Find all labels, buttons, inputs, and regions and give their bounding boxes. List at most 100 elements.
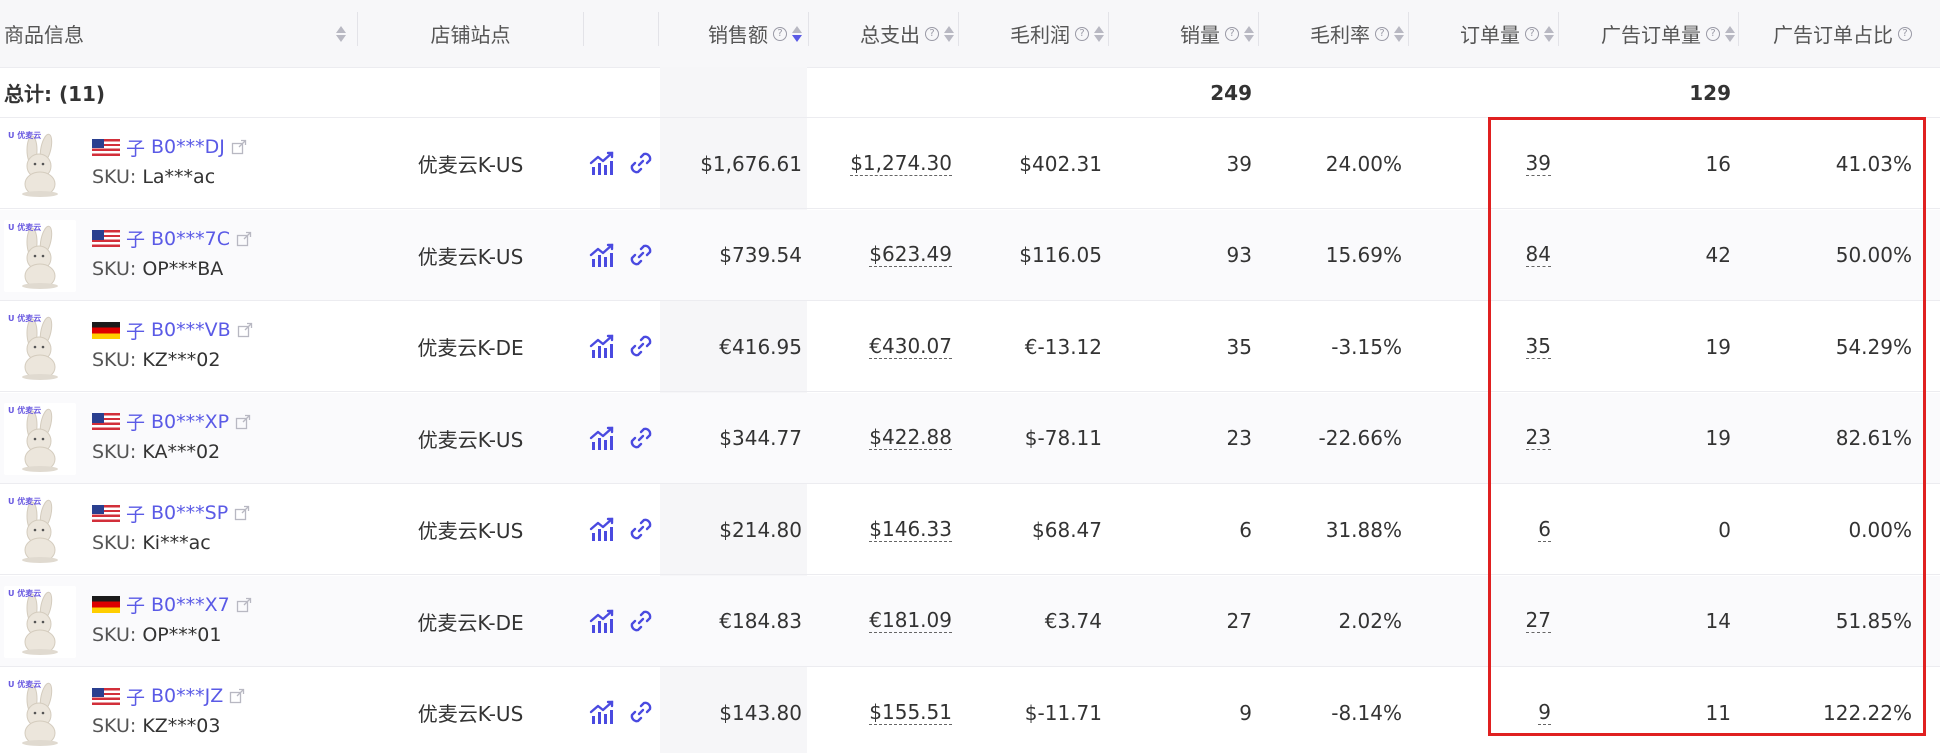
question-circle-icon[interactable]: ?: [773, 26, 787, 41]
link-icon[interactable]: [627, 607, 655, 635]
trend-chart-icon[interactable]: [588, 332, 616, 360]
trend-chart-icon[interactable]: [588, 698, 616, 726]
orders-value[interactable]: 84: [1409, 210, 1551, 301]
trend-chart-icon[interactable]: [588, 424, 616, 452]
header-orders[interactable]: 订单量 ?: [1409, 0, 1554, 67]
asin-link[interactable]: B0***JZ: [151, 685, 223, 707]
external-link-icon[interactable]: [234, 505, 250, 521]
table-row[interactable]: U 优麦云 子 B0***X7 SKU: OP***01 优麦云K-DE €18…: [0, 575, 1940, 667]
header-total-expense[interactable]: 总支出 ?: [809, 0, 954, 67]
orders-value[interactable]: 6: [1409, 484, 1551, 575]
orders-amount[interactable]: 6: [1538, 517, 1551, 542]
link-icon[interactable]: [627, 424, 655, 452]
total-expense-value[interactable]: $422.88: [809, 393, 952, 484]
link-icon[interactable]: [627, 149, 655, 177]
sort-icon[interactable]: [1725, 22, 1735, 46]
orders-value[interactable]: 39: [1409, 118, 1551, 209]
total-expense-value[interactable]: €181.09: [809, 576, 952, 667]
orders-value[interactable]: 9: [1409, 667, 1551, 753]
total-expense-value[interactable]: $155.51: [809, 667, 952, 753]
product-asin-line: 子 B0***SP: [92, 498, 250, 528]
question-circle-icon[interactable]: ?: [1225, 26, 1239, 41]
trend-chart-icon[interactable]: [588, 149, 616, 177]
product-thumbnail[interactable]: U 优麦云: [4, 677, 76, 749]
header-product-info[interactable]: 商品信息: [4, 0, 354, 67]
orders-amount[interactable]: 27: [1525, 609, 1551, 633]
asin-link[interactable]: B0***XP: [151, 411, 229, 433]
orders-amount[interactable]: 39: [1525, 151, 1551, 176]
external-link-icon[interactable]: [231, 139, 247, 155]
sort-icon[interactable]: [336, 22, 346, 46]
expense-amount[interactable]: $146.33: [869, 517, 952, 542]
external-link-icon[interactable]: [229, 688, 245, 704]
table-row[interactable]: U 优麦云 子 B0***VB SKU: KZ***02 优麦云K-DE €41…: [0, 301, 1940, 392]
sort-icon[interactable]: [1394, 22, 1404, 46]
header-gross-profit[interactable]: 毛利润 ?: [959, 0, 1104, 67]
table-row[interactable]: U 优麦云 子 B0***SP SKU: Ki***ac 优麦云K-US $21…: [0, 484, 1940, 575]
product-thumbnail[interactable]: U 优麦云: [4, 128, 76, 200]
asin-link[interactable]: B0***X7: [151, 594, 230, 616]
link-icon[interactable]: [627, 698, 655, 726]
asin-link[interactable]: B0***SP: [151, 502, 228, 524]
expense-amount[interactable]: $623.49: [869, 243, 952, 267]
gross-profit-value: $116.05: [1019, 243, 1102, 267]
product-info: 子 B0***XP SKU: KA***02: [92, 407, 251, 471]
expense-amount[interactable]: €181.09: [869, 609, 952, 633]
question-circle-icon[interactable]: ?: [1706, 26, 1720, 41]
external-link-icon[interactable]: [237, 322, 253, 338]
orders-amount[interactable]: 35: [1525, 334, 1551, 359]
trend-chart-icon[interactable]: [588, 515, 616, 543]
expense-amount[interactable]: €430.07: [869, 334, 952, 359]
header-ad-orders[interactable]: 广告订单量 ?: [1559, 0, 1735, 67]
total-expense-value[interactable]: $623.49: [809, 210, 952, 301]
question-circle-icon[interactable]: ?: [1525, 26, 1539, 41]
sort-icon[interactable]: [1094, 22, 1104, 46]
header-sales[interactable]: 销售额 ?: [660, 0, 802, 67]
external-link-icon[interactable]: [236, 231, 252, 247]
product-thumbnail[interactable]: U 优麦云: [4, 494, 76, 566]
orders-value[interactable]: 23: [1409, 393, 1551, 484]
asin-link[interactable]: B0***VB: [151, 319, 231, 341]
header-gross-margin[interactable]: 毛利率 ?: [1259, 0, 1404, 67]
product-thumbnail[interactable]: U 优麦云: [4, 311, 76, 383]
total-expense-value[interactable]: €430.07: [809, 301, 952, 392]
product-thumbnail[interactable]: U 优麦云: [4, 402, 76, 475]
trend-chart-icon[interactable]: [588, 607, 616, 635]
table-row[interactable]: U 优麦云 子 B0***XP SKU: KA***02 优麦云K-US $34…: [0, 392, 1940, 484]
sort-icon[interactable]: [792, 22, 802, 46]
question-circle-icon[interactable]: ?: [1375, 26, 1389, 41]
expense-amount[interactable]: $1,274.30: [850, 151, 952, 176]
sku-value: La***ac: [142, 166, 216, 188]
product-thumbnail[interactable]: U 优麦云: [4, 219, 76, 292]
link-icon[interactable]: [627, 241, 655, 269]
asin-link[interactable]: B0***7C: [151, 228, 230, 250]
header-units-sold[interactable]: 销量 ?: [1109, 0, 1254, 67]
question-circle-icon[interactable]: ?: [925, 26, 939, 41]
question-circle-icon[interactable]: ?: [1898, 26, 1912, 41]
product-thumbnail[interactable]: U 优麦云: [4, 585, 76, 658]
link-icon[interactable]: [627, 515, 655, 543]
ad-orders-value: 16: [1705, 151, 1731, 176]
total-expense-value[interactable]: $1,274.30: [809, 118, 952, 209]
total-expense-value[interactable]: $146.33: [809, 484, 952, 575]
table-row[interactable]: U 优麦云 子 B0***7C SKU: OP***BA 优麦云K-US $73…: [0, 209, 1940, 301]
asin-link[interactable]: B0***DJ: [151, 136, 225, 158]
orders-amount[interactable]: 84: [1525, 243, 1551, 267]
orders-amount[interactable]: 9: [1538, 700, 1551, 725]
table-row[interactable]: U 优麦云 子 B0***DJ SKU: La***ac 优麦云K-US $1,…: [0, 118, 1940, 209]
orders-amount[interactable]: 23: [1525, 426, 1551, 450]
external-link-icon[interactable]: [235, 414, 251, 430]
orders-value[interactable]: 35: [1409, 301, 1551, 392]
sort-icon[interactable]: [1244, 22, 1254, 46]
sort-icon[interactable]: [944, 22, 954, 46]
question-circle-icon[interactable]: ?: [1075, 26, 1089, 41]
external-link-icon[interactable]: [236, 597, 252, 613]
sort-icon[interactable]: [1544, 22, 1554, 46]
header-ad-order-ratio[interactable]: 广告订单占比 ?: [1739, 0, 1912, 67]
orders-value[interactable]: 27: [1409, 576, 1551, 667]
expense-amount[interactable]: $422.88: [869, 426, 952, 450]
trend-chart-icon[interactable]: [588, 241, 616, 269]
link-icon[interactable]: [627, 332, 655, 360]
table-row[interactable]: U 优麦云 子 B0***JZ SKU: KZ***03 优麦云K-US $14…: [0, 667, 1940, 753]
expense-amount[interactable]: $155.51: [869, 700, 952, 725]
